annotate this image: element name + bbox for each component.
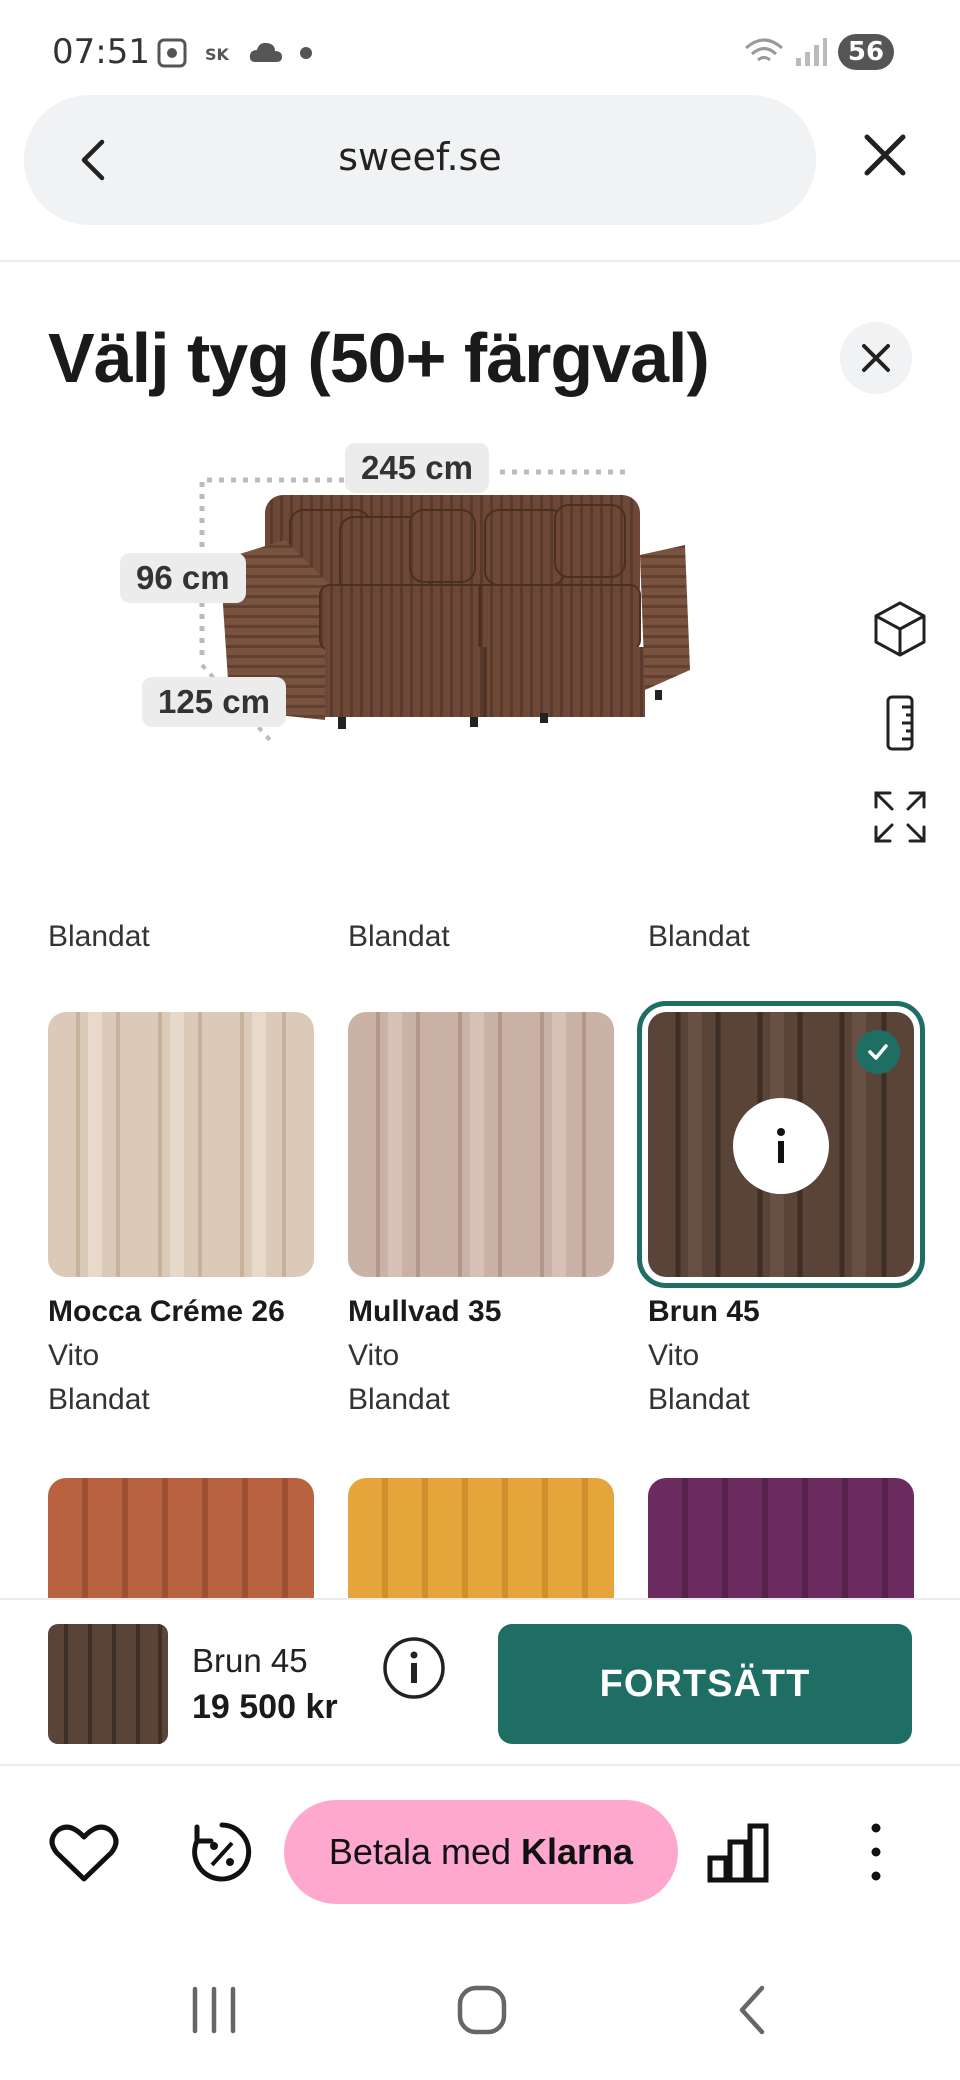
- status-time: 07:51: [52, 32, 150, 72]
- signal-icon: [796, 38, 827, 66]
- fabric-brand: Vito: [648, 1339, 700, 1372]
- fabric-info-button[interactable]: [733, 1098, 829, 1194]
- fabric-card[interactable]: Mullvad 35 Vito Blandat: [348, 1012, 614, 1417]
- back-icon: [739, 1985, 765, 2035]
- close-panel-button[interactable]: [840, 322, 912, 394]
- dot-icon: [300, 47, 312, 59]
- category-label: Blandat: [348, 920, 450, 953]
- favorite-button[interactable]: [46, 1814, 122, 1890]
- category-label: Blandat: [48, 920, 150, 953]
- selected-fabric-name: Brun 45: [192, 1642, 308, 1679]
- more-vertical-icon: [871, 1823, 881, 1881]
- klarna-logo: Klarna: [521, 1831, 634, 1872]
- bar-chart-icon: [707, 1823, 769, 1883]
- divider: [0, 260, 960, 262]
- width-dimension: 245 cm: [345, 443, 489, 493]
- fabric-name: Brun 45: [648, 1295, 760, 1328]
- battery-badge: 56: [838, 34, 894, 70]
- system-icons: 56: [744, 34, 894, 70]
- cloud-icon: [249, 42, 282, 62]
- compare-button[interactable]: [700, 1814, 776, 1890]
- discount-button[interactable]: [184, 1814, 260, 1890]
- depth-dimension: 125 cm: [142, 677, 286, 727]
- wifi-icon: [745, 38, 783, 62]
- fabric-card-selected[interactable]: Brun 45 Vito Blandat: [637, 1001, 925, 1417]
- url-bar[interactable]: sweef.se: [24, 95, 816, 225]
- fabric-swatch-partial[interactable]: [48, 1478, 314, 1598]
- close-icon: [862, 344, 890, 372]
- expand-icon: [874, 791, 926, 843]
- recent-apps-button[interactable]: [174, 1970, 254, 2050]
- url-text[interactable]: sweef.se: [24, 135, 816, 179]
- klarna-pay-button[interactable]: Betala med Klarna: [284, 1800, 678, 1904]
- selected-fabric-thumbnail: [48, 1624, 168, 1744]
- info-icon: [777, 1128, 785, 1163]
- close-browser-icon[interactable]: [855, 125, 915, 185]
- 3d-view-button[interactable]: [866, 595, 934, 663]
- cube-icon: [874, 601, 926, 657]
- measure-button[interactable]: [866, 689, 934, 757]
- svg-text:SK: SK: [205, 45, 230, 64]
- fabric-swatch-partial[interactable]: [348, 1478, 614, 1598]
- info-icon[interactable]: [382, 1636, 446, 1700]
- fabric-swatch[interactable]: [637, 1001, 925, 1288]
- status-bar: 07:51 SK 56: [0, 0, 960, 100]
- fullscreen-button[interactable]: [866, 783, 934, 851]
- more-menu-button[interactable]: [838, 1814, 914, 1890]
- selected-check-icon: [856, 1030, 900, 1074]
- fabric-swatch-partial[interactable]: [648, 1478, 914, 1598]
- heart-icon: [49, 1824, 119, 1882]
- fabric-name: Mocca Créme 26: [48, 1295, 285, 1328]
- category-label: Blandat: [648, 920, 750, 953]
- fabric-type: Blandat: [648, 1383, 750, 1416]
- home-icon: [457, 1985, 507, 2035]
- klarna-prefix: Betala med: [328, 1831, 512, 1872]
- screenshot-icon: [157, 38, 187, 68]
- browser-toolbar: Betala med Klarna: [0, 1768, 960, 1938]
- fabric-name: Mullvad 35: [348, 1295, 502, 1328]
- discount-icon: [192, 1822, 252, 1882]
- system-back-button[interactable]: [712, 1970, 792, 2050]
- fabric-brand: Vito: [48, 1339, 100, 1372]
- sk-icon: SK: [205, 45, 230, 64]
- continue-button[interactable]: FORTSÄTT: [498, 1624, 912, 1744]
- ruler-icon: [886, 695, 914, 751]
- selection-bar: Brun 45 19 500 kr FORTSÄTT: [0, 1598, 960, 1766]
- panel-title: Välj tyg (50+ färgval): [48, 319, 710, 397]
- fabric-type: Blandat: [348, 1383, 450, 1416]
- height-dimension: 96 cm: [120, 553, 246, 603]
- view-tools: [866, 595, 934, 877]
- notification-icons: SK: [155, 36, 313, 70]
- price: 19 500 kr: [192, 1688, 338, 1726]
- fabric-brand: Vito: [348, 1339, 400, 1372]
- recent-apps-icon: [192, 1986, 236, 2034]
- product-preview: 245 cm 96 cm 125 cm: [110, 435, 770, 765]
- fabric-type: Blandat: [48, 1383, 150, 1416]
- fabric-swatch[interactable]: [48, 1012, 314, 1277]
- system-nav-bar: [0, 1960, 960, 2060]
- home-button[interactable]: [442, 1970, 522, 2050]
- fabric-card[interactable]: Mocca Créme 26 Vito Blandat: [48, 1012, 314, 1417]
- fabric-swatch[interactable]: [348, 1012, 614, 1277]
